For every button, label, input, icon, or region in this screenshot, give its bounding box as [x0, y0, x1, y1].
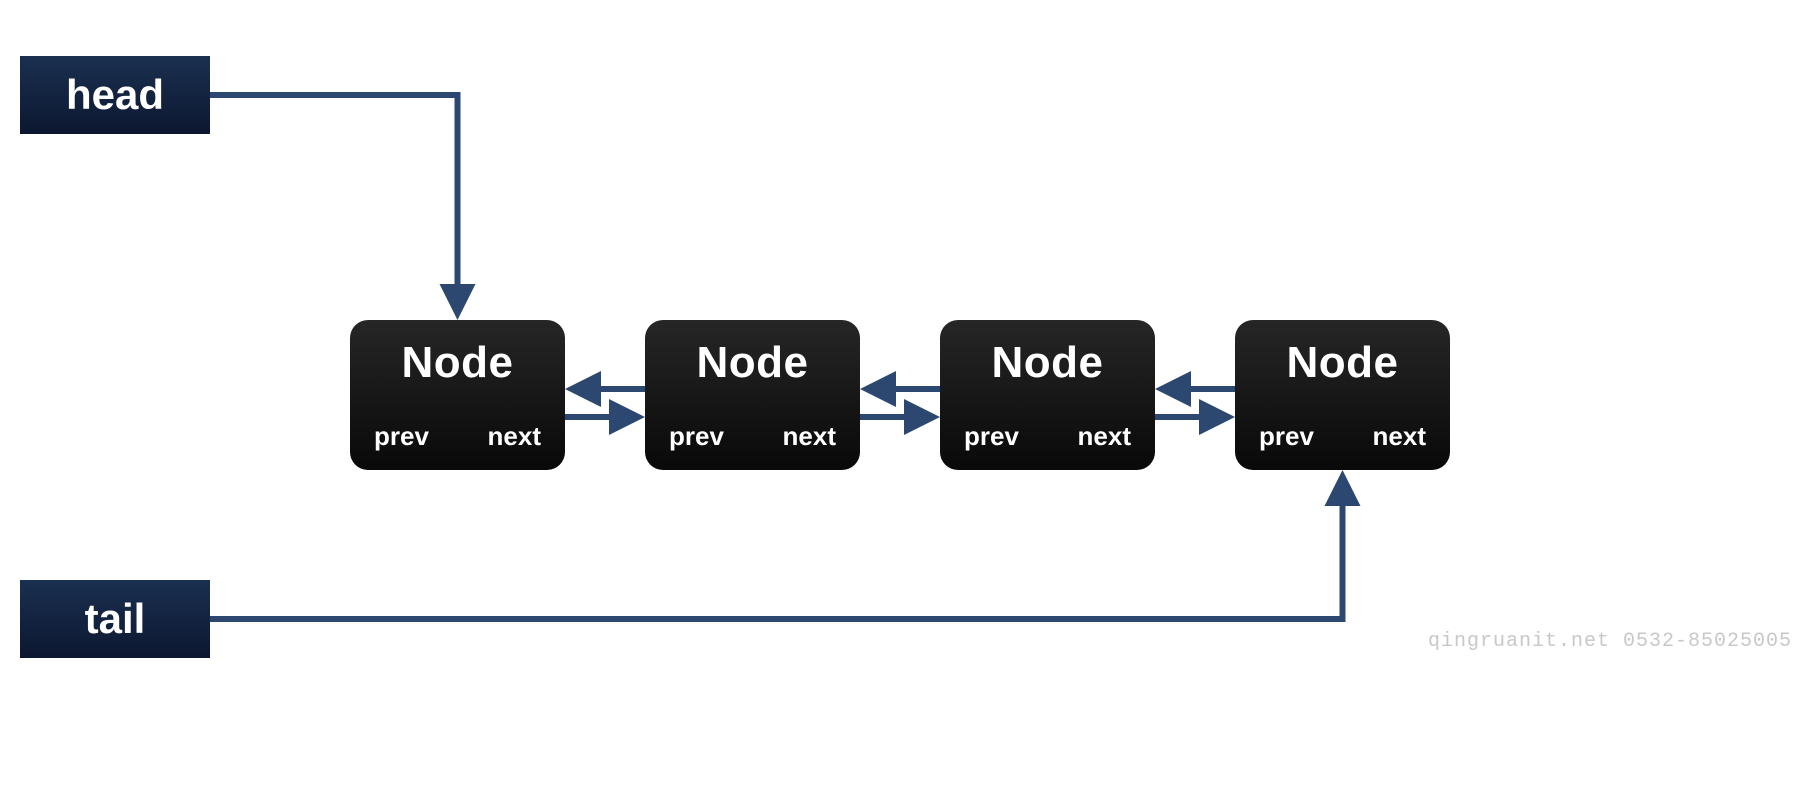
- arrow-layer: [0, 0, 1812, 788]
- node-title: Node: [645, 338, 860, 388]
- node-next-label: next: [1373, 421, 1426, 452]
- linked-list-node: Node prev next: [1235, 320, 1450, 470]
- node-next-label: next: [488, 421, 541, 452]
- head-label: head: [66, 71, 164, 119]
- node-prev-label: prev: [964, 421, 1019, 452]
- linked-list-node: Node prev next: [350, 320, 565, 470]
- node-title: Node: [1235, 338, 1450, 388]
- node-next-label: next: [783, 421, 836, 452]
- watermark-text: qingruanit.net 0532-85025005: [1428, 630, 1792, 653]
- head-pointer-box: head: [20, 56, 210, 134]
- tail-label: tail: [85, 595, 146, 643]
- node-title: Node: [350, 338, 565, 388]
- node-next-label: next: [1078, 421, 1131, 452]
- linked-list-node: Node prev next: [940, 320, 1155, 470]
- node-prev-label: prev: [669, 421, 724, 452]
- node-title: Node: [940, 338, 1155, 388]
- node-prev-label: prev: [374, 421, 429, 452]
- node-prev-label: prev: [1259, 421, 1314, 452]
- tail-pointer-box: tail: [20, 580, 210, 658]
- linked-list-node: Node prev next: [645, 320, 860, 470]
